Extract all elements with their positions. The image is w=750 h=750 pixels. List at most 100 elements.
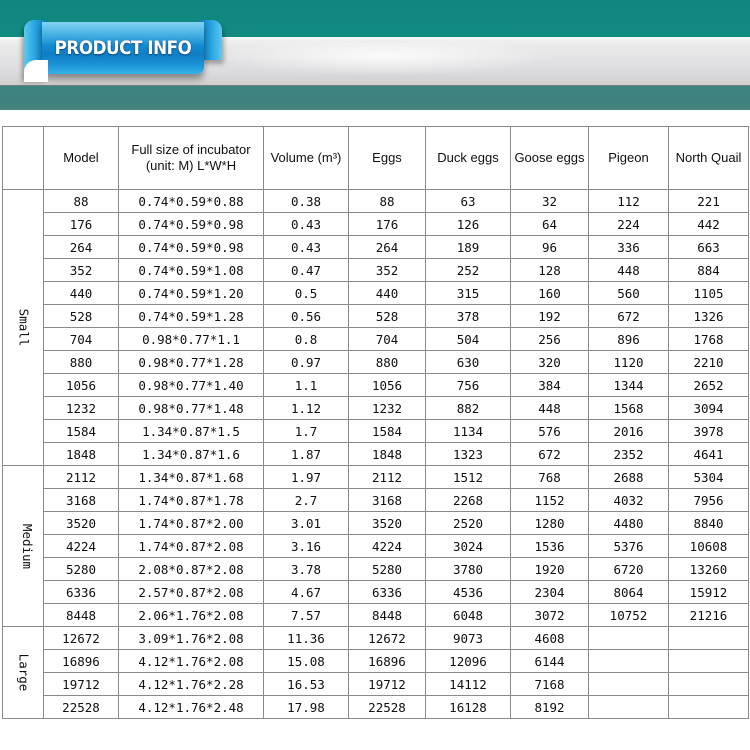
cell-volume: 0.47	[263, 258, 349, 282]
cell-full-size: 1.34*0.87*1.68	[118, 465, 264, 489]
cell-eggs: 12672	[348, 626, 426, 650]
cell-volume: 3.78	[263, 557, 349, 581]
cell-eggs: 1232	[348, 396, 426, 420]
cell-full-size: 0.74*0.59*1.20	[118, 281, 264, 305]
cell-north-quail: 15912	[668, 580, 749, 604]
cell-full-size: 0.74*0.59*0.98	[118, 235, 264, 259]
table-row: 352 0.74*0.59*1.08 0.47 352 252 128 448 884	[3, 258, 749, 282]
cell-model: 1232	[43, 396, 119, 420]
cell-goose-eggs: 2304	[510, 580, 589, 604]
cell-model: 12672	[43, 626, 119, 650]
table-row: 1848 1.34*0.87*1.6 1.87 1848 1323 672 2352 4641	[3, 442, 749, 466]
cell-full-size: 1.34*0.87*1.6	[118, 442, 264, 466]
cell-goose-eggs: 1536	[510, 534, 589, 558]
cell-north-quail: 8840	[668, 511, 749, 535]
cell-goose-eggs: 160	[510, 281, 589, 305]
cell-goose-eggs: 6144	[510, 649, 589, 673]
group-label-medium: Medium	[2, 465, 44, 627]
spec-table-container: Model Full size of incubator (unit: M) L…	[2, 126, 749, 719]
cell-model: 264	[43, 235, 119, 259]
table-row: 704 0.98*0.77*1.1 0.8 704 504 256 896 1768	[3, 327, 749, 351]
cell-pigeon	[588, 672, 669, 696]
cell-eggs: 1848	[348, 442, 426, 466]
header-north-quail: North Quail	[668, 126, 749, 190]
cell-eggs: 176	[348, 212, 426, 236]
cell-full-size: 1.74*0.87*2.00	[118, 511, 264, 535]
cell-north-quail: 4641	[668, 442, 749, 466]
cell-volume: 0.56	[263, 304, 349, 328]
cell-north-quail	[668, 672, 749, 696]
cell-goose-eggs: 1280	[510, 511, 589, 535]
cell-north-quail: 663	[668, 235, 749, 259]
table-row: 16896 4.12*1.76*2.08 15.08 16896 12096 6144	[3, 649, 749, 673]
cell-duck-eggs: 882	[425, 396, 511, 420]
cell-duck-eggs: 14112	[425, 672, 511, 696]
cell-full-size: 2.08*0.87*2.08	[118, 557, 264, 581]
cell-pigeon: 4032	[588, 488, 669, 512]
cell-volume: 0.5	[263, 281, 349, 305]
table-row: 5280 2.08*0.87*2.08 3.78 5280 3780 1920 6720 13…	[3, 557, 749, 581]
cell-volume: 0.8	[263, 327, 349, 351]
cell-eggs: 704	[348, 327, 426, 351]
cell-eggs: 1584	[348, 419, 426, 443]
cell-full-size: 0.74*0.59*0.98	[118, 212, 264, 236]
table-row: 3168 1.74*0.87*1.78 2.7 3168 2268 1152 4032 795…	[3, 488, 749, 512]
cell-goose-eggs: 672	[510, 442, 589, 466]
cell-model: 3168	[43, 488, 119, 512]
cell-full-size: 4.12*1.76*2.28	[118, 672, 264, 696]
cell-duck-eggs: 12096	[425, 649, 511, 673]
header-eggs: Eggs	[348, 126, 426, 190]
cell-model: 16896	[43, 649, 119, 673]
cell-volume: 3.16	[263, 534, 349, 558]
cell-goose-eggs: 384	[510, 373, 589, 397]
cell-duck-eggs: 2268	[425, 488, 511, 512]
banner-white-base	[0, 110, 750, 122]
cell-model: 6336	[43, 580, 119, 604]
cell-duck-eggs: 16128	[425, 695, 511, 719]
header-volume: Volume (m³)	[263, 126, 349, 190]
cell-volume: 1.7	[263, 419, 349, 443]
cell-full-size: 0.98*0.77*1.28	[118, 350, 264, 374]
cell-volume: 17.98	[263, 695, 349, 719]
cell-model: 704	[43, 327, 119, 351]
cell-pigeon: 224	[588, 212, 669, 236]
cell-full-size: 0.98*0.77*1.40	[118, 373, 264, 397]
cell-full-size: 2.57*0.87*2.08	[118, 580, 264, 604]
group-label-large: Large	[2, 626, 44, 719]
group-label-text: Medium	[20, 523, 36, 569]
cell-duck-eggs: 3024	[425, 534, 511, 558]
cell-pigeon: 560	[588, 281, 669, 305]
table-row: 264 0.74*0.59*0.98 0.43 264 189 96 336 663	[3, 235, 749, 259]
cell-duck-eggs: 6048	[425, 603, 511, 627]
cell-duck-eggs: 3780	[425, 557, 511, 581]
cell-volume: 1.12	[263, 396, 349, 420]
table-row: 3520 1.74*0.87*2.00 3.01 3520 2520 1280 4480 88…	[3, 511, 749, 535]
header-row: Model Full size of incubator (unit: M) L…	[2, 126, 749, 190]
header-full-size: Full size of incubator (unit: M) L*W*H	[118, 126, 264, 190]
cell-goose-eggs: 256	[510, 327, 589, 351]
cell-north-quail: 21216	[668, 603, 749, 627]
cell-goose-eggs: 320	[510, 350, 589, 374]
cell-pigeon: 112	[588, 189, 669, 213]
cell-eggs: 16896	[348, 649, 426, 673]
cell-model: 22528	[43, 695, 119, 719]
cell-pigeon: 1568	[588, 396, 669, 420]
page-banner: PRODUCT INFO	[0, 0, 750, 122]
cell-model: 88	[43, 189, 119, 213]
cell-volume: 1.1	[263, 373, 349, 397]
cell-north-quail	[668, 649, 749, 673]
cell-volume: 7.57	[263, 603, 349, 627]
cell-eggs: 8448	[348, 603, 426, 627]
cell-model: 4224	[43, 534, 119, 558]
banner-gloss-highlight	[220, 43, 550, 75]
cell-volume: 1.87	[263, 442, 349, 466]
cell-model: 8448	[43, 603, 119, 627]
cell-duck-eggs: 126	[425, 212, 511, 236]
cell-pigeon: 1120	[588, 350, 669, 374]
cell-pigeon: 4480	[588, 511, 669, 535]
cell-volume: 4.67	[263, 580, 349, 604]
table-row: Large 12672 3.09*1.76*2.08 11.36 12672 9073 46…	[2, 626, 749, 719]
cell-pigeon	[588, 649, 669, 673]
table-row: Small 88 0.74*0.59*0.88 0.38 88 63 32 112 221	[2, 189, 749, 466]
cell-pigeon: 5376	[588, 534, 669, 558]
